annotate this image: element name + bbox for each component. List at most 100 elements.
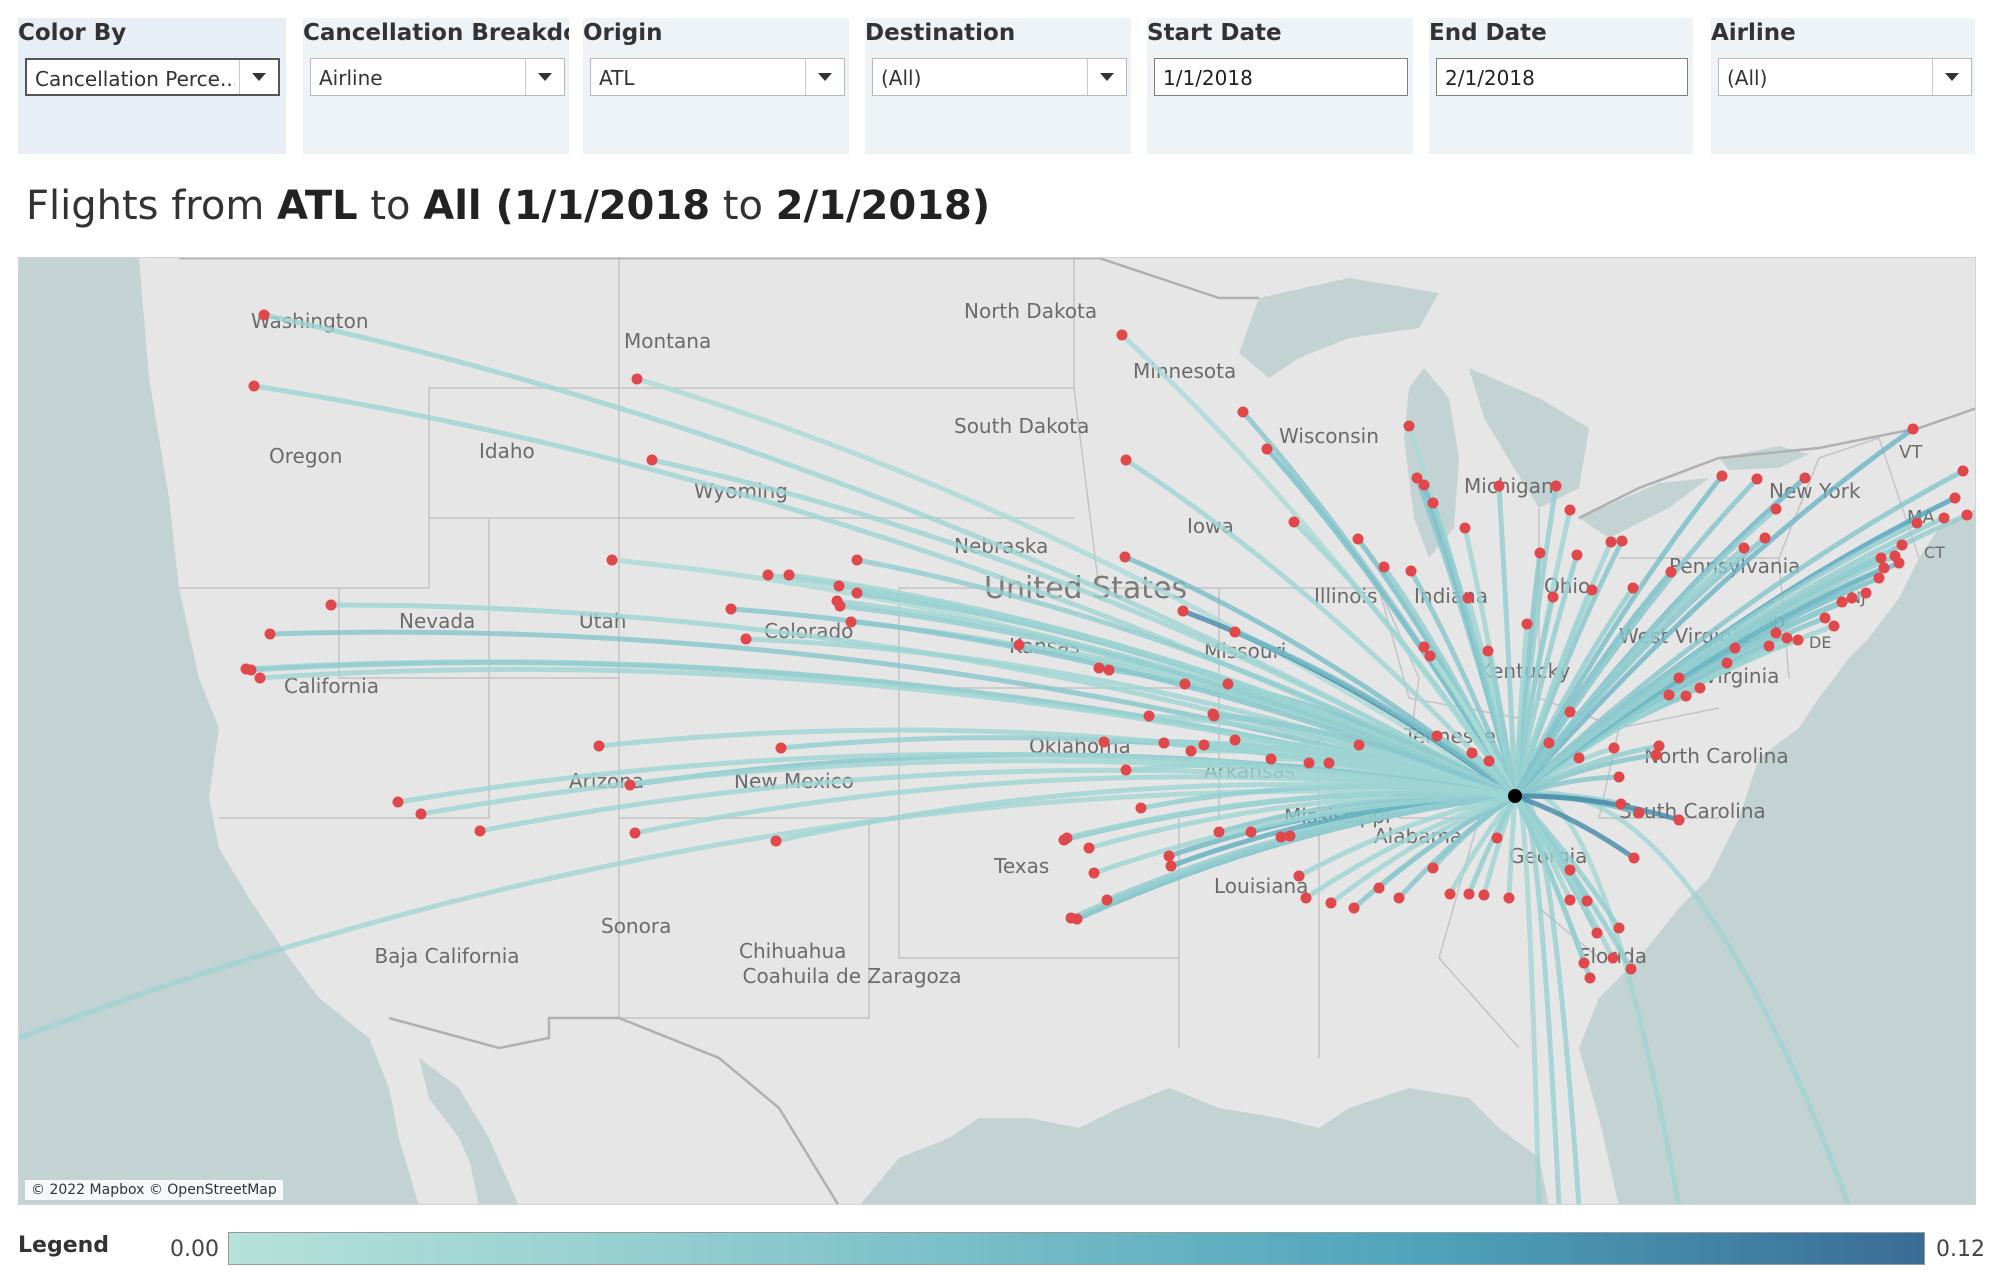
destination-airport-marker[interactable]: [1591, 927, 1603, 939]
destination-airport-marker[interactable]: [1293, 870, 1305, 882]
destination-airport-marker[interactable]: [1462, 592, 1474, 604]
destination-airport-marker[interactable]: [1418, 479, 1430, 491]
chevron-down-icon[interactable]: [805, 59, 844, 95]
destination-airport-marker[interactable]: [593, 740, 605, 752]
flight-map[interactable]: Washington Montana North Dakota Minnesot…: [18, 257, 1976, 1205]
destination-airport-marker[interactable]: [1424, 650, 1436, 662]
destination-airport-marker[interactable]: [775, 742, 787, 754]
destination-airport-marker[interactable]: [646, 454, 658, 466]
destination-airport-marker[interactable]: [1352, 533, 1364, 545]
destination-airport-marker[interactable]: [245, 664, 257, 676]
destination-airport-marker[interactable]: [1222, 678, 1234, 690]
destination-airport-marker[interactable]: [606, 554, 618, 566]
destination-airport-marker[interactable]: [845, 616, 857, 628]
destination-airport-marker[interactable]: [1828, 620, 1840, 632]
destination-airport-marker[interactable]: [1907, 423, 1919, 435]
destination-airport-marker[interactable]: [258, 309, 270, 321]
destination-airport-marker[interactable]: [1353, 739, 1365, 751]
destination-airport-marker[interactable]: [1229, 734, 1241, 746]
destination-airport-marker[interactable]: [1673, 672, 1685, 684]
destination-airport-marker[interactable]: [1949, 492, 1961, 504]
destination-airport-marker[interactable]: [1653, 740, 1665, 752]
destination-airport-marker[interactable]: [833, 580, 845, 592]
destination-airport-marker[interactable]: [1378, 561, 1390, 573]
destination-airport-marker[interactable]: [1185, 745, 1197, 757]
destination-airport-marker[interactable]: [1088, 867, 1100, 879]
destination-airport-marker[interactable]: [1061, 832, 1073, 844]
color-by-dropdown[interactable]: Cancellation Perce...: [25, 58, 280, 96]
destination-airport-marker[interactable]: [1093, 662, 1105, 674]
origin-dropdown[interactable]: ATL: [590, 58, 845, 96]
destination-airport-marker[interactable]: [1889, 550, 1901, 562]
destination-airport-marker[interactable]: [1911, 517, 1923, 529]
destination-airport-marker[interactable]: [1738, 542, 1750, 554]
destination-airport-marker[interactable]: [1135, 802, 1147, 814]
destination-airport-marker[interactable]: [1961, 509, 1973, 521]
destination-airport-marker[interactable]: [1116, 329, 1128, 341]
chevron-down-icon[interactable]: [239, 60, 278, 94]
destination-airport-marker[interactable]: [1478, 889, 1490, 901]
destination-airport-marker[interactable]: [725, 603, 737, 615]
destination-airport-marker[interactable]: [783, 569, 795, 581]
destination-airport-marker[interactable]: [1571, 549, 1583, 561]
destination-airport-marker[interactable]: [1613, 771, 1625, 783]
destination-airport-marker[interactable]: [1323, 757, 1335, 769]
destination-airport-marker[interactable]: [1957, 465, 1969, 477]
destination-airport-marker[interactable]: [1581, 895, 1593, 907]
destination-airport-marker[interactable]: [1564, 504, 1576, 516]
destination-airport-marker[interactable]: [1625, 963, 1637, 975]
destination-airport-marker[interactable]: [1065, 912, 1077, 924]
destination-airport-marker[interactable]: [1694, 682, 1706, 694]
destination-airport-marker[interactable]: [264, 628, 276, 640]
destination-airport-marker[interactable]: [1165, 860, 1177, 872]
destination-airport-marker[interactable]: [415, 808, 427, 820]
destination-airport-marker[interactable]: [1613, 922, 1625, 934]
destination-airport-marker[interactable]: [624, 779, 636, 791]
destination-airport-marker[interactable]: [1466, 747, 1478, 759]
destination-airport-marker[interactable]: [1616, 535, 1628, 547]
destination-airport-marker[interactable]: [1427, 862, 1439, 874]
destination-airport-marker[interactable]: [1179, 678, 1191, 690]
destination-airport-marker[interactable]: [1300, 892, 1312, 904]
destination-airport-marker[interactable]: [1013, 639, 1025, 651]
destination-airport-marker[interactable]: [1158, 737, 1170, 749]
destination-airport-marker[interactable]: [1261, 443, 1273, 455]
start-date-input[interactable]: 1/1/2018: [1154, 58, 1408, 96]
destination-airport-marker[interactable]: [1463, 888, 1475, 900]
chevron-down-icon[interactable]: [1087, 59, 1126, 95]
destination-airport-marker[interactable]: [1836, 596, 1848, 608]
destination-airport-marker[interactable]: [1763, 640, 1775, 652]
destination-airport-marker[interactable]: [1799, 472, 1811, 484]
destination-airport-marker[interactable]: [1819, 612, 1831, 624]
destination-airport-marker[interactable]: [392, 796, 404, 808]
destination-airport-marker[interactable]: [1213, 826, 1225, 838]
destination-airport-marker[interactable]: [1605, 536, 1617, 548]
destination-airport-marker[interactable]: [1564, 894, 1576, 906]
destination-airport-marker[interactable]: [1120, 454, 1132, 466]
destination-airport-marker[interactable]: [1245, 826, 1257, 838]
destination-airport-marker[interactable]: [1846, 592, 1858, 604]
destination-airport-marker[interactable]: [1288, 516, 1300, 528]
destination-airport-marker[interactable]: [1716, 470, 1728, 482]
destination-airport-marker[interactable]: [1534, 547, 1546, 559]
destination-airport-marker[interactable]: [1177, 605, 1189, 617]
destination-airport-marker[interactable]: [1393, 892, 1405, 904]
destination-airport-marker[interactable]: [1405, 565, 1417, 577]
destination-airport-marker[interactable]: [1770, 503, 1782, 515]
destination-airport-marker[interactable]: [762, 569, 774, 581]
destination-airport-marker[interactable]: [1431, 730, 1443, 742]
destination-airport-marker[interactable]: [740, 633, 752, 645]
destination-airport-marker[interactable]: [1680, 690, 1692, 702]
destination-airport-marker[interactable]: [1564, 706, 1576, 718]
destination-airport-marker[interactable]: [1627, 582, 1639, 594]
destination-airport-marker[interactable]: [851, 587, 863, 599]
destination-airport-marker[interactable]: [1483, 755, 1495, 767]
destination-airport-marker[interactable]: [629, 827, 641, 839]
chevron-down-icon[interactable]: [525, 59, 564, 95]
destination-airport-marker[interactable]: [1493, 480, 1505, 492]
destination-airport-marker[interactable]: [1101, 894, 1113, 906]
destination-airport-marker[interactable]: [1665, 566, 1677, 578]
destination-airport-marker[interactable]: [1503, 892, 1515, 904]
destination-airport-marker[interactable]: [254, 672, 266, 684]
destination-airport-marker[interactable]: [1521, 618, 1533, 630]
